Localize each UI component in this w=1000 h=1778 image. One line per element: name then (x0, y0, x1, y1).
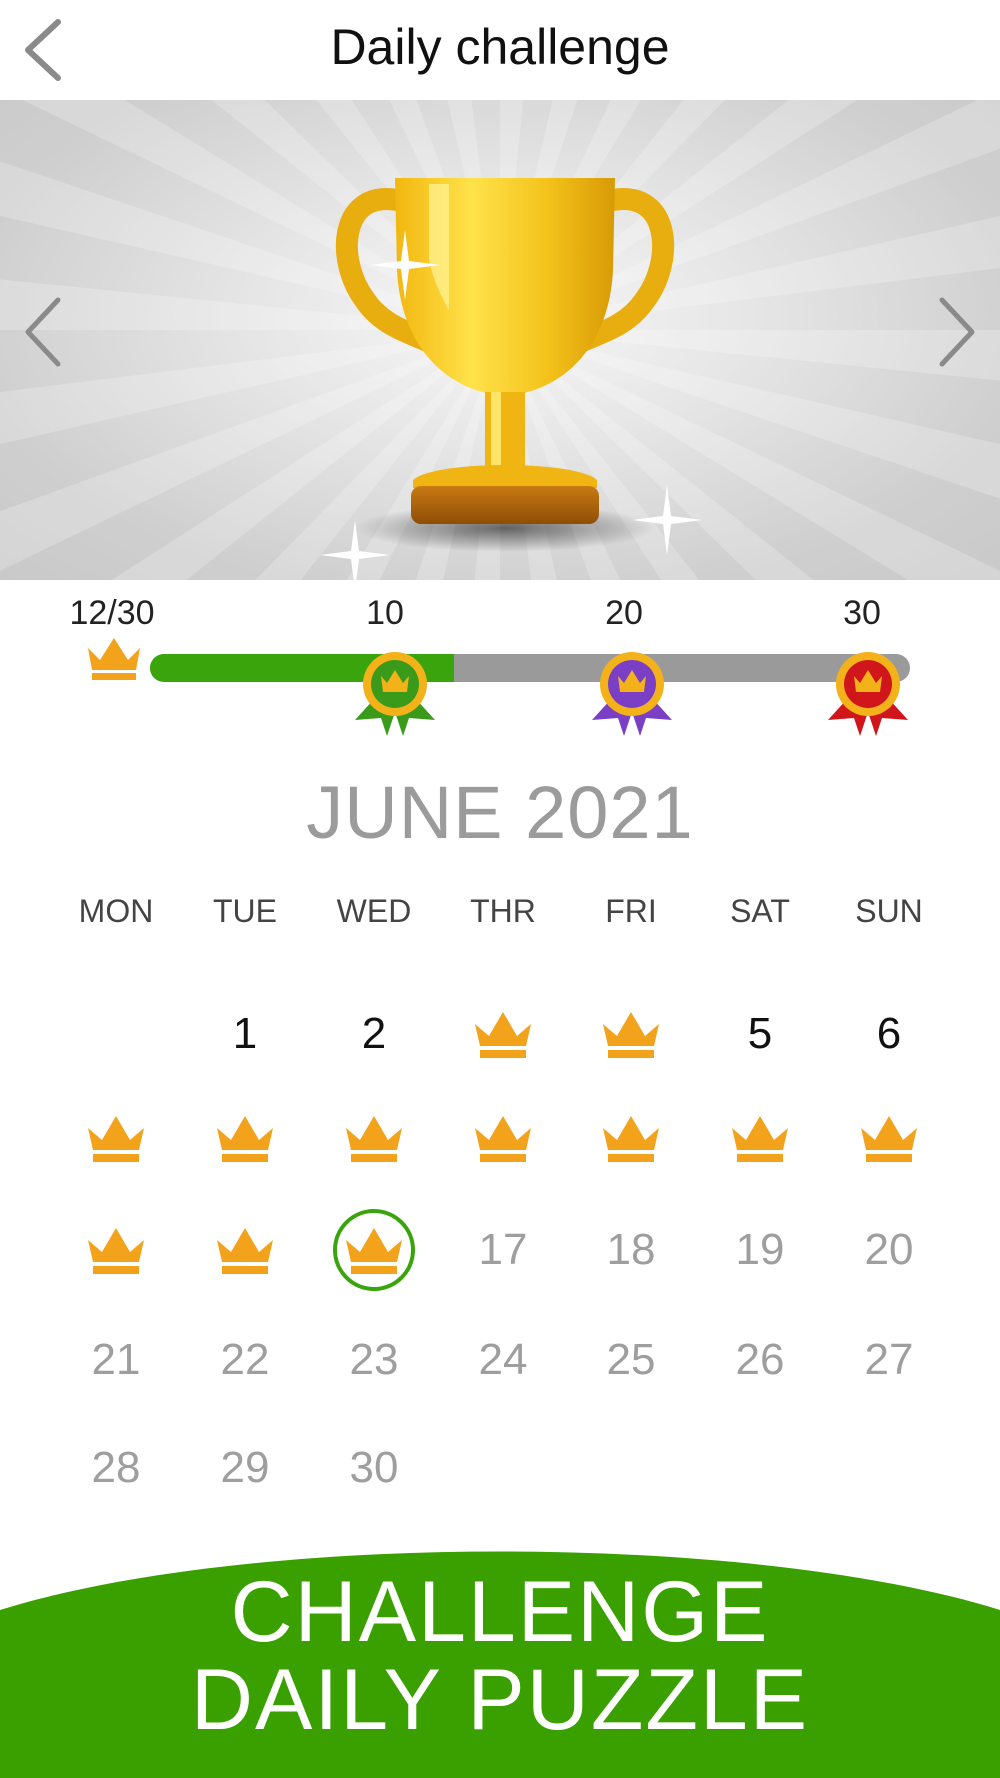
sparkle-icon (632, 485, 702, 555)
weekday-label: TUE (213, 893, 277, 929)
sparkle-icon (320, 520, 390, 580)
trophy-icon (336, 178, 674, 552)
milestone-label-10: 10 (366, 594, 404, 632)
calendar-day-number: 26 (735, 1335, 785, 1384)
calendar-day-13[interactable] (834, 1093, 944, 1183)
calendar-day-17[interactable]: 17 (448, 1205, 558, 1295)
calendar-day-27[interactable]: 27 (834, 1315, 944, 1405)
calendar-day-3[interactable] (448, 989, 558, 1079)
chevron-left-icon (25, 297, 61, 367)
calendar-day-21[interactable]: 21 (61, 1315, 171, 1405)
month-title: JUNE 2021 (306, 771, 694, 854)
calendar-day-26[interactable]: 26 (705, 1315, 815, 1405)
calendar-day-20[interactable]: 20 (834, 1205, 944, 1295)
calendar-day-number: 1 (232, 1009, 258, 1058)
calendar-day-number: 19 (735, 1225, 785, 1274)
weekday-label: WED (336, 893, 412, 929)
crown-icon (88, 1116, 144, 1162)
calendar-day-number: 30 (349, 1443, 399, 1492)
calendar-day-2[interactable]: 2 (319, 989, 429, 1079)
crown-icon (732, 1116, 788, 1162)
crown-icon (475, 1116, 531, 1162)
calendar-day-5[interactable]: 5 (705, 989, 815, 1079)
calendar-day-11[interactable] (576, 1093, 686, 1183)
calendar-day-19[interactable]: 19 (705, 1205, 815, 1295)
calendar-day-number: 28 (91, 1443, 141, 1492)
calendar-day-28[interactable]: 28 (61, 1423, 171, 1513)
calendar-day-number: 22 (220, 1335, 270, 1384)
crown-icon (217, 1228, 273, 1274)
calendar-day-10[interactable] (448, 1093, 558, 1183)
today-indicator (333, 1209, 415, 1291)
calendar-day-15[interactable] (190, 1205, 300, 1295)
crown-icon (861, 1116, 917, 1162)
calendar-day-number: 24 (478, 1335, 528, 1384)
weekday-label: MON (78, 893, 154, 929)
calendar-day-number: 18 (606, 1225, 656, 1274)
calendar-day-16[interactable] (319, 1205, 429, 1295)
calendar-day-number: 2 (361, 1009, 387, 1058)
calendar-day-12[interactable] (705, 1093, 815, 1183)
crown-icon (603, 1012, 659, 1058)
progress-count: 12/30 (69, 594, 155, 632)
calendar-day-number: 23 (349, 1335, 399, 1384)
cta-line-1: CHALLENGE (230, 1564, 770, 1660)
calendar-day-number: 17 (478, 1225, 528, 1274)
calendar-day-number: 21 (91, 1335, 141, 1384)
calendar-day-8[interactable] (190, 1093, 300, 1183)
previous-month-button[interactable] (14, 280, 74, 380)
calendar-day-7[interactable] (61, 1093, 171, 1183)
calendar-day-18[interactable]: 18 (576, 1205, 686, 1295)
calendar-day-4[interactable] (576, 989, 686, 1079)
calendar-day-24[interactable]: 24 (448, 1315, 558, 1405)
weekday-label: SAT (730, 893, 790, 929)
purple-crown-badge-icon (592, 652, 672, 736)
calendar-day-number: 5 (747, 1009, 773, 1058)
calendar-day-14[interactable] (61, 1205, 171, 1295)
header: Daily challenge (0, 0, 1000, 100)
crown-icon (603, 1116, 659, 1162)
calendar-day-number: 25 (606, 1335, 656, 1384)
calendar-day-number: 29 (220, 1443, 270, 1492)
progress-bar (150, 654, 910, 682)
milestone-label-30: 30 (843, 594, 881, 632)
calendar-day-9[interactable] (319, 1093, 429, 1183)
sparkle-icon (370, 230, 440, 300)
crown-icon (217, 1116, 273, 1162)
crown-icon (475, 1012, 531, 1058)
calendar-day-25[interactable]: 25 (576, 1315, 686, 1405)
calendar-day-30[interactable]: 30 (319, 1423, 429, 1513)
green-crown-badge-icon (355, 652, 435, 736)
cta-line-2: DAILY PUZZLE (190, 1652, 810, 1748)
calendar-day-number: 6 (876, 1009, 902, 1058)
weekday-label: THR (470, 893, 536, 929)
calendar-day-23[interactable]: 23 (319, 1315, 429, 1405)
next-month-button[interactable] (926, 280, 986, 380)
trophy-banner (0, 100, 1000, 580)
cta-label: CHALLENGE DAILY PUZZLE (0, 1568, 1000, 1744)
calendar-day-6[interactable]: 6 (834, 989, 944, 1079)
progress-tracker: 12/30 10 20 30 (0, 580, 1000, 750)
crown-icon (88, 1228, 144, 1274)
red-crown-badge-icon (828, 652, 908, 736)
chevron-right-icon (939, 297, 975, 367)
page-title: Daily challenge (330, 19, 670, 75)
calendar-day-22[interactable]: 22 (190, 1315, 300, 1405)
weekday-label: SUN (855, 893, 923, 929)
calendar-day-1[interactable]: 1 (190, 989, 300, 1079)
weekday-label: FRI (605, 893, 657, 929)
crown-icon (346, 1116, 402, 1162)
calendar-day-29[interactable]: 29 (190, 1423, 300, 1513)
milestone-label-20: 20 (605, 594, 643, 632)
calendar-day-number: 27 (864, 1335, 914, 1384)
crown-icon (88, 638, 140, 680)
calendar-day-number: 20 (864, 1225, 914, 1274)
challenge-daily-puzzle-button[interactable]: CHALLENGE DAILY PUZZLE (0, 1530, 1000, 1778)
